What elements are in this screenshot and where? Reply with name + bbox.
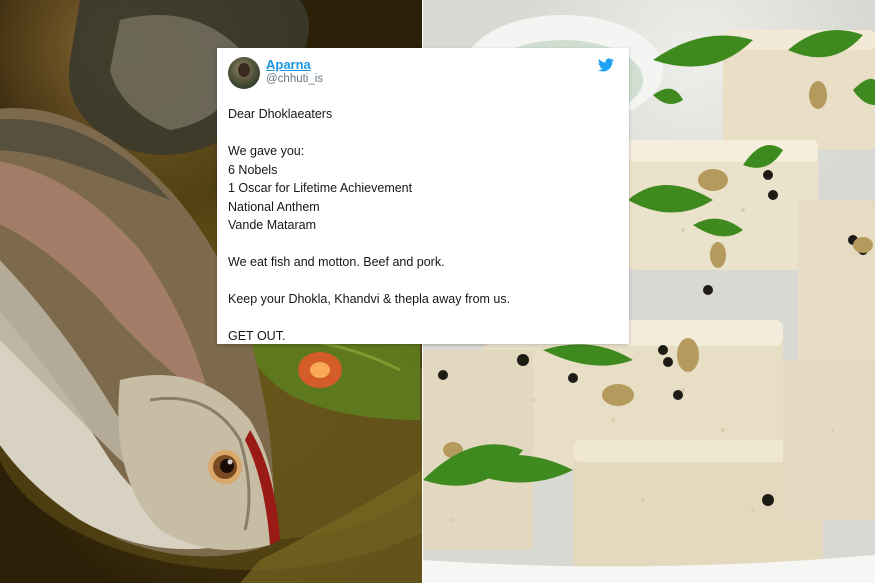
avatar[interactable] <box>228 57 260 89</box>
tweet-card: Aparna @chhuti_is Dear Dhoklaeaters We g… <box>217 48 629 344</box>
twitter-bird-icon[interactable] <box>598 58 614 72</box>
user-info: Aparna @chhuti_is <box>266 57 323 86</box>
tweet-line: Vande Mataram <box>228 218 317 232</box>
tweet-line: 1 Oscar for Lifetime Achievement <box>228 181 413 195</box>
tweet-line: We eat fish and motton. Beef and pork. <box>228 255 445 269</box>
tweet-line: Keep your Dhokla, Khandvi & thepla away … <box>228 292 511 306</box>
display-name-link[interactable]: Aparna <box>266 57 323 72</box>
tweet-header: Aparna @chhuti_is <box>228 57 618 95</box>
tweet-text: Dear Dhoklaeaters We gave you: 6 Nobels … <box>228 105 618 346</box>
tweet-line-greeting: Dear Dhoklaeaters <box>228 107 333 121</box>
tweet-line: National Anthem <box>228 199 320 214</box>
user-handle: @chhuti_is <box>266 73 324 85</box>
tweet-line: 6 Nobels <box>228 162 278 177</box>
tweet-line: We gave you: <box>228 144 305 158</box>
tweet-line-closing: GET OUT. <box>228 329 286 343</box>
